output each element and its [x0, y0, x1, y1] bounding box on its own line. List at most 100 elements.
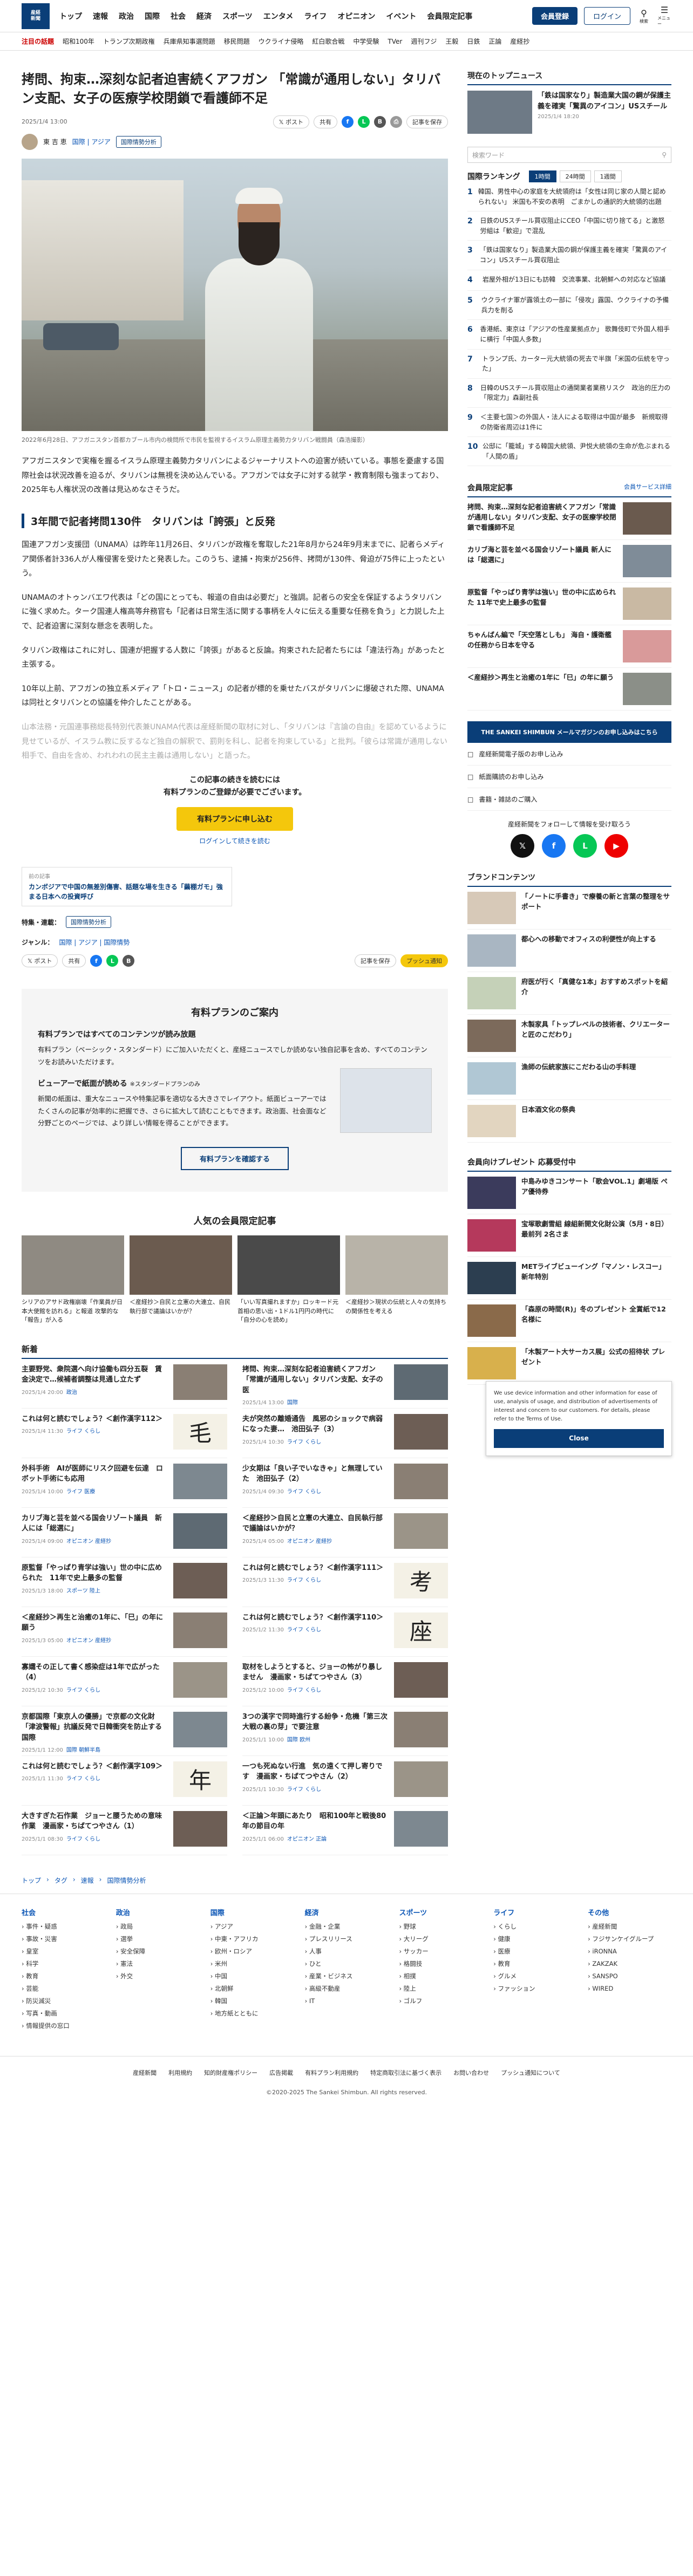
- sitemap-link[interactable]: › SANSPO: [588, 1970, 671, 1983]
- sitemap-heading[interactable]: 経済: [305, 1907, 389, 1917]
- news-category[interactable]: ライフ くらし: [66, 1687, 100, 1693]
- sitemap-heading[interactable]: その他: [588, 1907, 671, 1917]
- nav-life[interactable]: ライフ: [304, 11, 327, 22]
- sidebar-search[interactable]: 検索ワード ⚲: [467, 147, 671, 163]
- trending-item[interactable]: 王毅: [445, 37, 458, 46]
- present-item[interactable]: METライブビューイング「マノン・レスコー」新年特別: [467, 1257, 671, 1300]
- sitemap-heading[interactable]: 社会: [22, 1907, 105, 1917]
- brand-item[interactable]: 府医が行く「真健な1本」おすすめスポットを紹介: [467, 972, 671, 1015]
- sitemap-link[interactable]: › 選挙: [116, 1933, 200, 1945]
- genre-links[interactable]: 国際 | アジア | 国際情勢: [59, 938, 130, 947]
- footer-link[interactable]: お問い合わせ: [453, 2068, 489, 2077]
- sitemap-link[interactable]: › 中国: [210, 1970, 294, 1983]
- trending-item[interactable]: 兵庫県知事選問題: [164, 37, 215, 46]
- ranking-item[interactable]: 2 日鉄のUSスチール買収阻止にCEO「中国に切り捨てる」と激怒 労組は「歓迎」で…: [467, 211, 671, 241]
- news-item[interactable]: 一つも死ぬない行進 気の遠くて押し寄りです 漫画家・ちばてつやさん（2） 2025…: [242, 1756, 448, 1806]
- footer-link[interactable]: 特定商取引法に基づく表示: [370, 2068, 441, 2077]
- sitemap-link[interactable]: › 情報提供の窓口: [22, 2020, 105, 2032]
- sitemap-link[interactable]: › 事故・災害: [22, 1933, 105, 1945]
- cookie-close-button[interactable]: Close: [494, 1429, 664, 1448]
- sitemap-link[interactable]: › 大リーグ: [399, 1933, 483, 1945]
- news-item[interactable]: ＜正論＞年頭にあたり 昭和100年と戦後80年の節目の年 2025/1/1 06:…: [242, 1806, 448, 1855]
- sitemap-link[interactable]: › 人事: [305, 1945, 389, 1958]
- save-article-button[interactable]: 記事を保存: [406, 115, 448, 128]
- sitemap-heading[interactable]: ライフ: [493, 1907, 577, 1917]
- youtube-icon[interactable]: ▶: [604, 834, 628, 858]
- news-item[interactable]: ＜産経抄＞自民と立憲の大連立、自民執行部で議論はいかが？ 2025/1/4 05:…: [242, 1508, 448, 1557]
- news-item[interactable]: 夫が突然の離婚通告 風邪のショックで病弱になった妻… 池田弘子（3） 2025/1…: [242, 1409, 448, 1458]
- facebook-icon[interactable]: f: [542, 834, 566, 858]
- news-category[interactable]: 国際 欧州: [287, 1737, 310, 1743]
- share-button[interactable]: 共有: [314, 115, 337, 128]
- trending-item[interactable]: ウクライナ侵略: [259, 37, 304, 46]
- line-icon[interactable]: L: [106, 955, 119, 967]
- brand-item[interactable]: 「ノートに手書き」で療養の新と言葉の整理をサポート: [467, 887, 671, 930]
- ranking-tab-1w[interactable]: 1週間: [594, 170, 622, 182]
- login-continue-link[interactable]: ログインして続きを読む: [22, 836, 448, 845]
- sitemap-link[interactable]: › 野球: [399, 1921, 483, 1933]
- print-icon[interactable]: ⎙: [390, 115, 402, 128]
- nav-international[interactable]: 国際: [145, 11, 160, 22]
- special-tag[interactable]: 国際情勢分析: [66, 916, 112, 928]
- nav-society[interactable]: 社会: [171, 11, 186, 22]
- news-item[interactable]: これは何と読むでしょう？＜創作漢字111＞ 2025/1/3 11:30 ライフ く…: [242, 1557, 448, 1607]
- sidebar-link[interactable]: □ 書籍・雑誌のご購入: [467, 788, 671, 811]
- footer-link[interactable]: 知的財産権ポリシー: [204, 2068, 257, 2077]
- news-item[interactable]: 大きすぎた石作業 ジョーと腰うための意味作業 漫画家・ちばてつやさん（1） 202…: [22, 1806, 227, 1855]
- news-item[interactable]: これは何と読むでしょう？＜創作漢字109＞ 2025/1/1 11:30 ライフ く…: [22, 1756, 227, 1806]
- post-x-button[interactable]: 𝕏 ポスト: [273, 115, 309, 128]
- sitemap-heading[interactable]: スポーツ: [399, 1907, 483, 1917]
- news-item[interactable]: 主要野党、衆院選へ向け協働も四分五裂 賃金決定で…候補者調整は見通し立たず 202…: [22, 1359, 227, 1409]
- sitemap-heading[interactable]: 国際: [210, 1907, 294, 1917]
- trending-item[interactable]: 週刊フジ: [411, 37, 437, 46]
- news-item[interactable]: 寡孀その正して書く感染症は1年で広がった（4） 2025/1/2 10:30 ライフ…: [22, 1657, 227, 1706]
- trending-item[interactable]: 中学受験: [353, 37, 379, 46]
- sitemap-link[interactable]: › 外交: [116, 1970, 200, 1983]
- top-news-item[interactable]: 「鉄は国家なり」製造業大国の鋼が保護主義を確実「驚異のアイコン」USスチール 2…: [467, 91, 671, 134]
- news-category[interactable]: ライフ くらし: [287, 1439, 321, 1445]
- news-category[interactable]: 国際: [287, 1400, 298, 1406]
- trending-item[interactable]: 紅白歌合戦: [312, 37, 344, 46]
- popular-item[interactable]: シリアのアサド政権崩壊「作業員が日本大使館を訪れる」と報道 攻撃的な「報告」が入…: [22, 1235, 124, 1325]
- ranking-tab-24h[interactable]: 24時間: [559, 170, 591, 182]
- nav-sports[interactable]: スポーツ: [222, 11, 253, 22]
- sitemap-link[interactable]: › 憲法: [116, 1958, 200, 1970]
- footer-link[interactable]: プッシュ通知について: [501, 2068, 560, 2077]
- sitemap-link[interactable]: › 欧州・ロシア: [210, 1945, 294, 1958]
- sitemap-link[interactable]: › IT: [305, 1995, 389, 2007]
- nav-member-only[interactable]: 会員限定記事: [427, 11, 472, 22]
- category-links[interactable]: 国際 | アジア: [72, 137, 111, 146]
- news-category[interactable]: ライフ 医療: [66, 1489, 95, 1495]
- trending-item[interactable]: 産経抄: [510, 37, 529, 46]
- member-item[interactable]: ＜産経抄＞再生と治癒の1年に「巳」の年に願う: [467, 668, 671, 711]
- sidebar-link[interactable]: □ 紙面購読のお申し込み: [467, 766, 671, 789]
- sitemap-link[interactable]: › 高級不動産: [305, 1983, 389, 1995]
- sitemap-link[interactable]: › プレスリリース: [305, 1933, 389, 1945]
- sitemap-link[interactable]: › 北朝鮮: [210, 1983, 294, 1995]
- ranking-item[interactable]: 3 「鉄は国家なり」製造業大国の鋼が保護主義を確実「驚異のアイコン」USスチール買…: [467, 241, 671, 270]
- sitemap-link[interactable]: › WIRED: [588, 1983, 671, 1995]
- nav-entertainment[interactable]: エンタメ: [263, 11, 294, 22]
- sitemap-link[interactable]: › 健康: [493, 1933, 577, 1945]
- sitemap-link[interactable]: › ひと: [305, 1958, 389, 1970]
- trending-item[interactable]: トランプ次期政権: [103, 37, 155, 46]
- member-register-button[interactable]: 会員登録: [532, 7, 578, 25]
- sitemap-link[interactable]: › 地方紙とともに: [210, 2007, 294, 2020]
- x-icon[interactable]: 𝕏: [511, 834, 534, 858]
- present-item[interactable]: 中島みゆきコンサート「歌会VOL.1」劇場版 ペア優待券: [467, 1172, 671, 1215]
- sitemap-link[interactable]: › 教育: [22, 1970, 105, 1983]
- sitemap-link[interactable]: › グルメ: [493, 1970, 577, 1983]
- news-category[interactable]: ライフ くらし: [66, 1776, 100, 1782]
- site-logo[interactable]: 産経 新聞: [22, 3, 50, 29]
- sitemap-link[interactable]: › 産業・ビジネス: [305, 1970, 389, 1983]
- ranking-item[interactable]: 4 岩屋外相が13日にも訪韓 交流事業、北朝鮮への対応など協議: [467, 270, 671, 291]
- sitemap-link[interactable]: › 陸上: [399, 1983, 483, 1995]
- news-item[interactable]: 3つの漢字で同時進行する紛争・危機「第三次大戦の裏の芽」で要注意 2025/1/1…: [242, 1706, 448, 1756]
- sitemap-link[interactable]: › ファッション: [493, 1983, 577, 1995]
- news-item[interactable]: 少女期は「良い子でいなきゃ」と無理していた 池田弘子（2） 2025/1/4 09…: [242, 1458, 448, 1508]
- news-category[interactable]: ライフ くらし: [287, 1687, 321, 1693]
- sitemap-link[interactable]: › サッカー: [399, 1945, 483, 1958]
- sitemap-link[interactable]: › アジア: [210, 1921, 294, 1933]
- ranking-item[interactable]: 9 ＜主要七国＞の外国人・法人による取得は中国が最多 新規取得の防衛省周辺は1件に: [467, 408, 671, 438]
- sitemap-link[interactable]: › 相撲: [399, 1970, 483, 1983]
